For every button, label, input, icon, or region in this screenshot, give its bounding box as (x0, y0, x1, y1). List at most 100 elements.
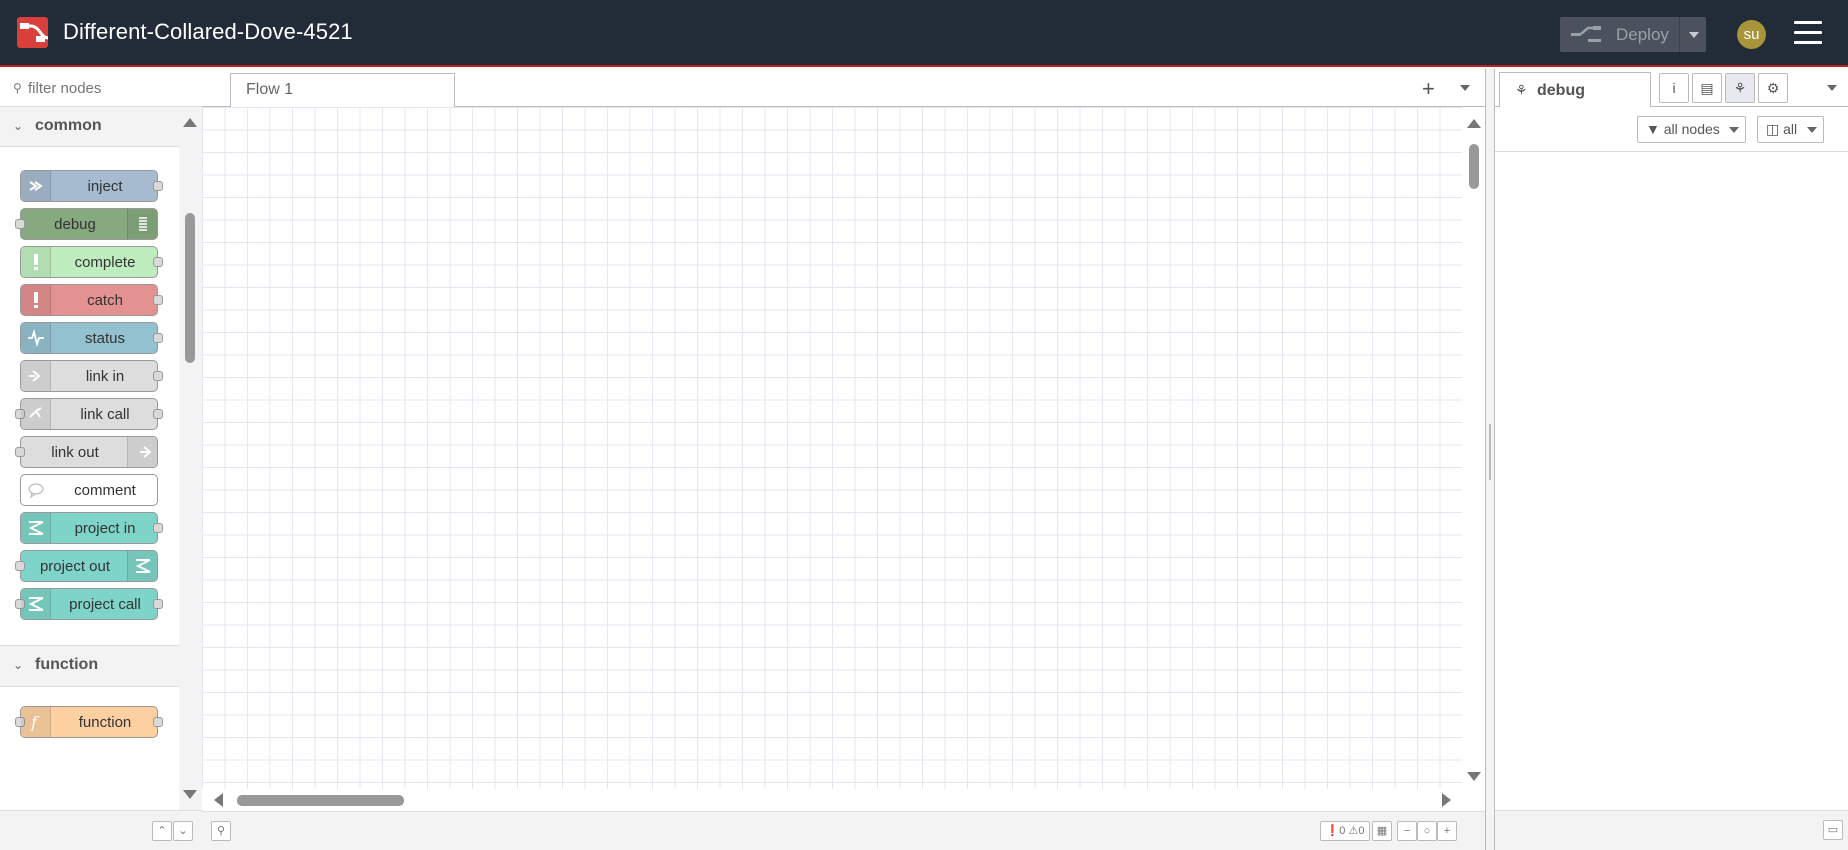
chevron-down-icon (1729, 127, 1739, 133)
palette-node-status[interactable]: status (20, 322, 163, 354)
tab-info[interactable]: i (1659, 73, 1689, 103)
node-label: link call (80, 406, 130, 423)
collapse-all-button[interactable]: ⌃ (152, 821, 172, 841)
palette-node-catch[interactable]: catch (20, 284, 163, 316)
zoom-in-button[interactable]: + (1437, 821, 1457, 841)
node-red-logo (17, 17, 48, 48)
tab-flow-1[interactable]: Flow 1 (230, 73, 455, 108)
scrollbar-thumb[interactable] (237, 795, 404, 806)
palette-scrollbar[interactable] (179, 107, 202, 810)
palette-node-project-out[interactable]: project out (15, 550, 158, 582)
tab-debug[interactable]: ⚘ debug (1499, 72, 1651, 108)
bug-icon: ⚘ (1733, 80, 1747, 96)
workspace-footer: ⚲ ❗0 ⚠0 ▦ − ○ + (202, 811, 1485, 850)
palette-node-link-call[interactable]: link call (15, 398, 163, 430)
main-menu-button[interactable] (1794, 21, 1822, 45)
category-common-header[interactable]: ⌄ common (0, 107, 179, 147)
tab-config[interactable]: ⚙ (1758, 73, 1788, 103)
debug-messages-area[interactable] (1495, 152, 1848, 810)
tab-debug-icon[interactable]: ⚘ (1725, 73, 1755, 103)
navigator-button[interactable]: ▦ (1372, 821, 1392, 841)
deploy-options-button[interactable] (1679, 17, 1706, 52)
palette-search: ⚲ (0, 69, 202, 107)
header: Different-Collared-Dove-4521 Deploy su (0, 0, 1848, 67)
palette-node-debug[interactable]: debug (15, 208, 158, 240)
link-out-icon (127, 437, 157, 467)
search-flows-button[interactable]: ⚲ (211, 821, 231, 841)
open-debug-window-button[interactable]: ▭ (1823, 820, 1843, 840)
canvas-horizontal-scrollbar[interactable] (202, 789, 1485, 811)
filter-nodes-input[interactable] (28, 78, 193, 98)
arrow-in-icon (21, 171, 51, 201)
output-port (153, 257, 163, 267)
category-label: function (35, 656, 99, 673)
sidebar-resize-handle[interactable] (1485, 69, 1495, 850)
output-port (153, 181, 163, 191)
node-palette: ⚲ ⌄ common inject debug complete (0, 69, 202, 850)
debug-toolbar: ▼ all nodes ◫ all (1495, 107, 1848, 152)
category-function-header[interactable]: ⌄ function (0, 645, 179, 687)
map-icon: ▦ (1376, 825, 1388, 837)
notifications-button[interactable]: ❗0 ⚠0 (1320, 821, 1370, 841)
palette-node-project-in[interactable]: project in (20, 512, 163, 544)
scroll-down-icon[interactable] (183, 790, 197, 799)
scroll-left-icon[interactable] (214, 793, 223, 807)
palette-node-function[interactable]: f function (15, 706, 163, 738)
scroll-up-icon[interactable] (1467, 119, 1481, 128)
error-icon: ❗ (1325, 825, 1340, 837)
flow-tabs-bar: Flow 1 + (202, 69, 1485, 108)
sidebar: ⚘ debug i ▤ ⚘ ⚙ ▼ all nodes ◫ all ▭ (1495, 69, 1848, 850)
palette-node-inject[interactable]: inject (20, 170, 163, 202)
palette-node-complete[interactable]: complete (20, 246, 163, 278)
filter-icon: ▼ (1646, 121, 1660, 137)
scroll-up-icon[interactable] (183, 118, 197, 127)
project-icon (21, 513, 51, 543)
pulse-icon (21, 323, 51, 353)
sidebar-footer: ▭ (1495, 810, 1848, 850)
svg-text:f: f (30, 713, 40, 731)
node-label: inject (87, 178, 123, 195)
output-port (153, 371, 163, 381)
scrollbar-thumb[interactable] (185, 213, 195, 363)
node-label: link out (51, 444, 99, 461)
exclamation-icon (21, 247, 51, 277)
node-label: complete (74, 254, 136, 271)
comment-icon (21, 475, 51, 505)
circle-icon: ○ (1423, 825, 1431, 837)
deploy-button[interactable]: Deploy (1560, 17, 1706, 52)
palette-node-comment[interactable]: comment (20, 474, 158, 506)
scroll-right-icon[interactable] (1442, 793, 1451, 807)
node-label: debug (54, 216, 96, 233)
chevron-down-icon: ⌄ (13, 119, 24, 133)
zoom-out-button[interactable]: − (1397, 821, 1417, 841)
flow-list-menu-icon[interactable] (1460, 85, 1470, 91)
filter-nodes-button[interactable]: ▼ all nodes (1637, 116, 1746, 143)
clear-messages-button[interactable]: ◫ all (1757, 116, 1824, 143)
flow-canvas[interactable] (202, 107, 1462, 789)
tab-help[interactable]: ▤ (1692, 73, 1722, 103)
palette-node-link-in[interactable]: link in (20, 360, 163, 392)
expand-all-button[interactable]: ⌄ (173, 821, 193, 841)
output-port (153, 717, 163, 727)
sidebar-menu-icon[interactable] (1827, 85, 1837, 91)
node-label: catch (87, 292, 123, 309)
node-label: status (84, 330, 126, 347)
add-flow-button[interactable]: + (1422, 76, 1435, 102)
zoom-reset-button[interactable]: ○ (1417, 821, 1437, 841)
warning-icon: ⚠ (1348, 825, 1359, 837)
node-label: link in (85, 368, 125, 385)
chevron-down-icon (1689, 32, 1699, 38)
scrollbar-thumb[interactable] (1469, 144, 1479, 189)
palette-node-link-out[interactable]: link out (15, 436, 158, 468)
palette-node-project-call[interactable]: project call (15, 588, 163, 620)
hamburger-icon (1794, 21, 1822, 24)
chevron-down-icon (1807, 127, 1817, 133)
chevron-down-icon: ⌄ (13, 658, 24, 672)
user-avatar[interactable]: su (1737, 20, 1766, 49)
list-icon (127, 209, 157, 239)
sidebar-tabs: ⚘ debug i ▤ ⚘ ⚙ (1495, 69, 1848, 108)
minus-icon: − (1403, 825, 1411, 837)
scroll-down-icon[interactable] (1467, 772, 1481, 781)
canvas-vertical-scrollbar[interactable] (1462, 107, 1485, 789)
node-label: project call (69, 596, 141, 613)
